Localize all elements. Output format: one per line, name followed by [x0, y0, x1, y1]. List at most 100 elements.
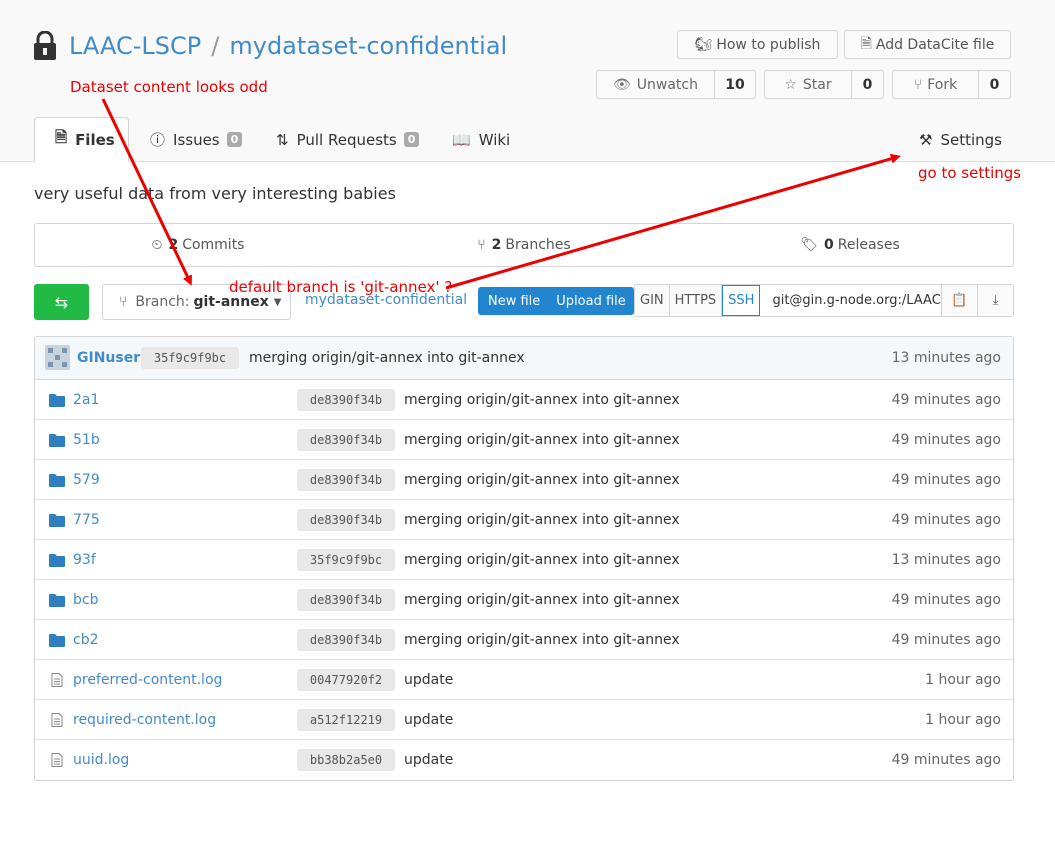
file-icon [49, 672, 65, 687]
file-table: GINuser 35f9c9f9bc merging origin/git-an… [34, 336, 1014, 781]
commits-label: Commits [182, 237, 245, 253]
file-name-link[interactable]: 2a1 [73, 392, 99, 408]
folder-icon [49, 593, 65, 607]
commit-sha-link[interactable]: 35f9c9f9bc [141, 347, 239, 369]
folder-icon [49, 553, 65, 567]
repo-name-link[interactable]: mydataset-confidential [229, 32, 507, 60]
repo-owner-link[interactable]: LAAC-LSCP [69, 32, 201, 60]
commit-age: 49 minutes ago [891, 591, 1001, 608]
commit-message: merging origin/git-annex into git-annex [404, 631, 680, 648]
commit-sha-link[interactable]: de8390f34b [297, 628, 395, 651]
file-name-link[interactable]: uuid.log [73, 752, 129, 768]
table-row: 579 de8390f34b merging origin/git-annex in… [35, 460, 1013, 500]
tab-wiki[interactable]: 📖 Wiki [452, 117, 510, 162]
file-list: 2a1 de8390f34b merging origin/git-annex in… [35, 380, 1013, 780]
fork-button-group[interactable]: ⑂ Fork 0 [892, 70, 1011, 99]
commit-message: merging origin/git-annex into git-annex [404, 551, 680, 568]
file-name-link[interactable]: preferred-content.log [73, 672, 222, 688]
commit-message: merging origin/git-annex into git-annex [404, 471, 680, 488]
watch-button-group[interactable]: 👁 Unwatch 10 [596, 70, 756, 99]
commit-age: 49 minutes ago [891, 752, 1001, 768]
folder-icon [49, 473, 65, 487]
fork-button[interactable]: ⑂ Fork [893, 71, 979, 98]
commit-sha-link[interactable]: de8390f34b [297, 588, 395, 611]
table-row: cb2 de8390f34b merging origin/git-annex in… [35, 620, 1013, 660]
file-name-link[interactable]: 51b [73, 432, 100, 448]
latest-commit-row: GINuser 35f9c9f9bc merging origin/git-an… [35, 337, 1013, 380]
file-name-link[interactable]: required-content.log [73, 712, 216, 728]
commit-sha-link[interactable]: de8390f34b [297, 388, 395, 411]
unwatch-button[interactable]: 👁 Unwatch [597, 71, 715, 98]
watch-count[interactable]: 10 [715, 71, 755, 98]
add-datacite-button[interactable]: 🗎 Add DataCite file [844, 30, 1011, 59]
upload-file-button[interactable]: Upload file [548, 294, 633, 309]
file-name-link[interactable]: cb2 [73, 632, 99, 648]
tab-pull-requests-label: Pull Requests [296, 130, 397, 149]
tab-files[interactable]: 🗎 Files [34, 117, 129, 162]
commit-message: merging origin/git-annex into git-annex [404, 511, 680, 528]
caret-down-icon: ▼ [273, 296, 282, 308]
branches-stat[interactable]: ⑂ 2 Branches [361, 224, 687, 266]
folder-icon [49, 393, 65, 407]
tab-settings[interactable]: ⚒ Settings [919, 117, 1002, 162]
fork-label: Fork [927, 76, 958, 93]
commit-sha-link[interactable]: a512f12219 [297, 708, 395, 731]
commit-message: merging origin/git-annex into git-annex [249, 350, 525, 366]
commit-age: 1 hour ago [925, 671, 1001, 688]
file-name-link[interactable]: bcb [73, 592, 98, 608]
clone-panel: GIN HTTPS SSH git@gin.g-node.org:/LAAC-L… [634, 284, 1014, 317]
table-row: bcb de8390f34b merging origin/git-annex in… [35, 580, 1013, 620]
pull-requests-count-badge: 0 [403, 132, 420, 147]
download-button[interactable]: ⤓ [977, 285, 1013, 316]
file-name-link[interactable]: 93f [73, 552, 96, 568]
commit-sha-link[interactable]: 35f9c9f9bc [297, 548, 395, 571]
table-row: 775 de8390f34b merging origin/git-annex in… [35, 500, 1013, 540]
commit-sha-link[interactable]: 00477920f2 [297, 668, 395, 691]
star-count[interactable]: 0 [852, 71, 883, 98]
star-button-group[interactable]: ☆ Star 0 [764, 70, 884, 99]
releases-count: 0 [824, 237, 834, 253]
tab-wiki-label: Wiki [478, 130, 511, 149]
file-text-icon: 🗎 [860, 35, 872, 52]
issue-opened-icon: ⓘ [150, 131, 166, 149]
commit-age: 49 minutes ago [891, 631, 1001, 648]
file-name-link[interactable]: 775 [73, 512, 100, 528]
commit-message: update [404, 752, 454, 768]
commit-author-link[interactable]: GINuser [77, 350, 140, 366]
branches-count: 2 [491, 237, 502, 253]
book-icon: 📖 [452, 130, 471, 149]
branches-label: Branches [505, 237, 571, 253]
tab-issues[interactable]: ⓘ Issues 0 [150, 117, 243, 162]
commit-message: merging origin/git-annex into git-annex [404, 391, 680, 408]
commit-sha-link[interactable]: de8390f34b [297, 468, 395, 491]
folder-icon [49, 433, 65, 447]
branch-icon: ⑂ [119, 294, 128, 310]
file-actions-group: New file Upload file [478, 287, 634, 315]
new-file-button[interactable]: New file [478, 294, 548, 309]
compare-button[interactable]: ⇆ [34, 284, 89, 320]
commit-sha-link[interactable]: de8390f34b [297, 428, 395, 451]
file-text-icon: 🗎 [55, 128, 68, 146]
commit-sha-link[interactable]: de8390f34b [297, 508, 395, 531]
clone-ssh-button[interactable]: SSH [722, 285, 761, 316]
tab-pull-requests[interactable]: ⇅ Pull Requests 0 [276, 117, 420, 162]
clone-url-input[interactable]: git@gin.g-node.org:/LAAC-L [760, 285, 941, 316]
fork-count[interactable]: 0 [979, 71, 1010, 98]
clone-gin-button[interactable]: GIN [635, 285, 670, 316]
repo-separator: / [211, 32, 220, 60]
unwatch-label: Unwatch [636, 76, 698, 93]
star-button[interactable]: ☆ Star [765, 71, 852, 98]
commits-count: 2 [168, 237, 179, 253]
table-row: 93f 35f9c9f9bc merging origin/git-annex in… [35, 540, 1013, 580]
tag-icon: 🏷 [800, 237, 819, 253]
commits-stat[interactable]: ⏲ 2 Commits [35, 224, 361, 266]
releases-label: Releases [837, 237, 900, 253]
commit-sha-link[interactable]: bb38b2a5e0 [297, 749, 395, 771]
how-to-publish-button[interactable]: 🐿 How to publish [677, 30, 838, 59]
file-name-link[interactable]: 579 [73, 472, 100, 488]
releases-stat[interactable]: 🏷 0 Releases [687, 224, 1013, 266]
copy-clipboard-button[interactable]: 📋 [941, 285, 977, 316]
clone-https-button[interactable]: HTTPS [669, 285, 723, 316]
download-icon: ⤓ [992, 293, 999, 308]
annotation-default-branch: default branch is 'git-annex' ? [229, 278, 453, 296]
